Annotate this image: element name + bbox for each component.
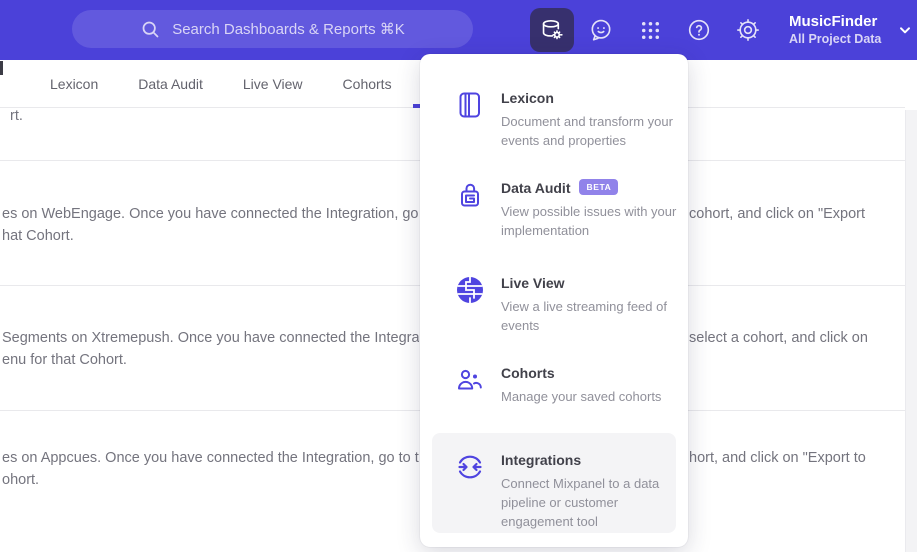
menu-item-title: Data Audit [501, 180, 571, 196]
header-actions: MusicFinder All Project Data [530, 8, 913, 52]
integrations-sync-icon [455, 452, 485, 482]
search-icon [140, 19, 161, 40]
feedback-button[interactable] [579, 8, 623, 52]
menu-item-live-view[interactable]: Live View View a live streaming feed of … [455, 275, 677, 335]
tab-lexicon[interactable]: Lexicon [50, 76, 98, 92]
data-management-dropdown: Lexicon Document and transform your even… [420, 54, 688, 547]
menu-item-title: Live View [501, 275, 565, 291]
beta-badge: BETA [579, 179, 619, 196]
menu-item-description: View possible issues with your implement… [501, 203, 677, 239]
menu-item-title: Integrations [501, 452, 582, 468]
chevron-down-icon [897, 22, 913, 38]
row1-text-left: es on WebEngage. Once you have connected… [2, 206, 419, 222]
settings-button[interactable] [726, 8, 770, 52]
tab-live-view[interactable]: Live View [243, 76, 303, 92]
row3-text-left: es on Appcues. Once you have connected t… [2, 450, 419, 466]
menu-item-description: Document and transform your events and p… [501, 113, 673, 149]
help-icon [686, 17, 712, 43]
help-button[interactable] [677, 8, 721, 52]
lexicon-book-icon [455, 90, 485, 120]
row3-text-line2: ohort. [2, 472, 40, 488]
row3-text-right: hort, and click on "Export to [689, 450, 866, 466]
search-placeholder: Search Dashboards & Reports ⌘K [172, 21, 405, 38]
data-audit-lock-icon [455, 180, 485, 210]
live-view-globe-icon [455, 275, 485, 305]
data-management-icon [539, 17, 565, 43]
menu-item-integrations[interactable]: Integrations Connect Mixpanel to a data … [455, 452, 677, 532]
menu-item-description: Manage your saved cohorts [501, 388, 662, 404]
settings-gear-icon [735, 17, 761, 43]
search-input[interactable]: Search Dashboards & Reports ⌘K [72, 10, 473, 48]
menu-item-title: Cohorts [501, 365, 555, 381]
project-subtitle: All Project Data [789, 32, 882, 47]
project-switcher[interactable]: MusicFinder All Project Data [789, 13, 913, 47]
tab-cohorts[interactable]: Cohorts [343, 76, 392, 92]
top-nav-bar: Search Dashboards & Reports ⌘K MusicFind… [0, 0, 917, 60]
menu-item-description: Connect Mixpanel to a data pipeline or c… [501, 475, 660, 530]
cohorts-people-icon [455, 365, 485, 395]
row1-text-line2: hat Cohort. [2, 228, 74, 244]
row2-text-line2: enu for that Cohort. [2, 352, 127, 368]
partial-text-line: rt. [10, 108, 23, 124]
menu-item-cohorts[interactable]: Cohorts Manage your saved cohorts [455, 365, 677, 406]
menu-item-data-audit[interactable]: Data Audit BETA View possible issues wit… [455, 179, 677, 240]
vertical-scrollbar[interactable] [905, 110, 917, 552]
row2-text-right: select a cohort, and click on [689, 330, 868, 346]
row2-text-left: Segments on Xtremepush. Once you have co… [2, 330, 419, 346]
menu-item-lexicon[interactable]: Lexicon Document and transform your even… [455, 90, 677, 150]
menu-item-title: Lexicon [501, 90, 554, 106]
data-management-button[interactable] [530, 8, 574, 52]
clipped-content-sliver [0, 61, 3, 75]
row1-text-right: cohort, and click on "Export [689, 206, 866, 222]
apps-grid-icon [638, 18, 663, 43]
feedback-chat-icon [588, 17, 614, 43]
project-name: MusicFinder [789, 13, 878, 31]
apps-grid-button[interactable] [628, 8, 672, 52]
menu-item-description: View a live streaming feed of events [501, 298, 667, 334]
tab-data-audit[interactable]: Data Audit [138, 76, 203, 92]
